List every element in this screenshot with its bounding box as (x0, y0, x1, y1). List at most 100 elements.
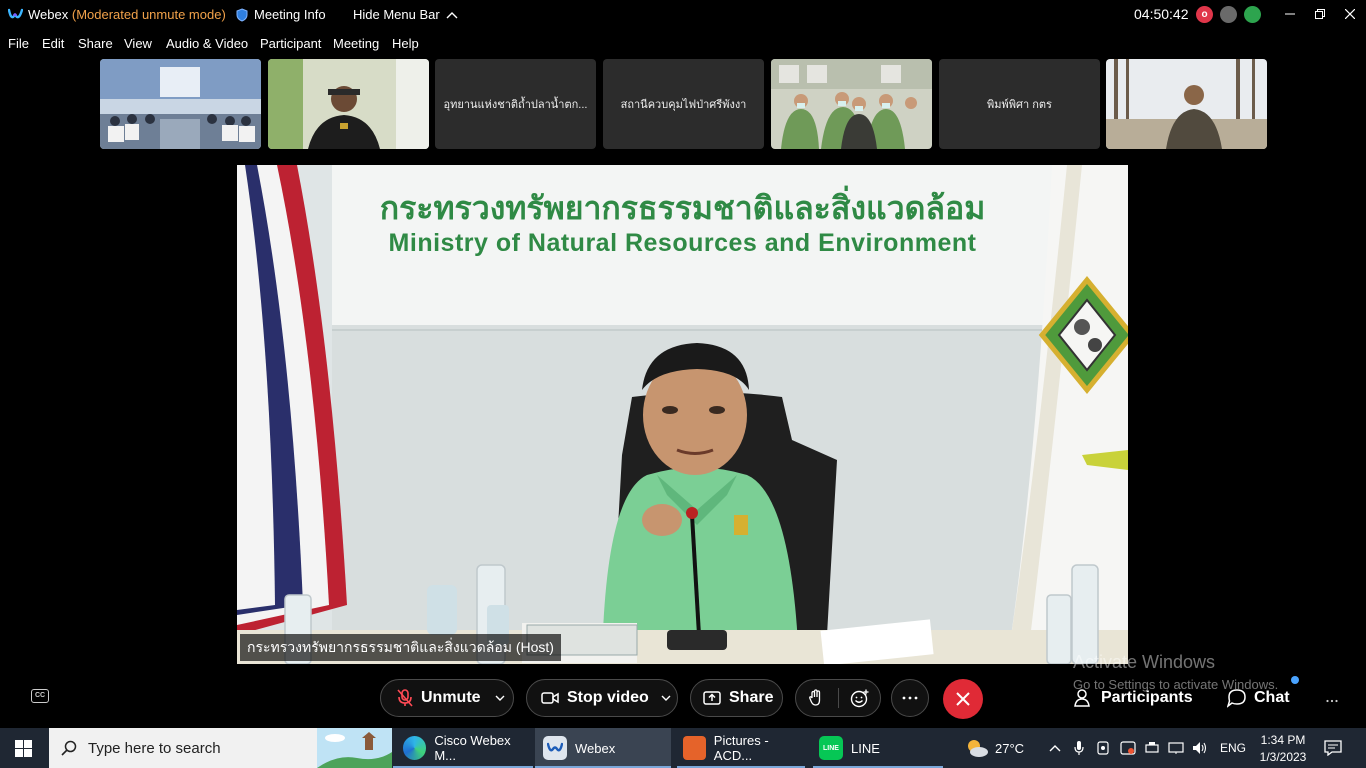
security-key-icon[interactable] (1220, 6, 1237, 23)
banner-english-text: Ministry of Natural Resources and Enviro… (388, 229, 977, 257)
camera-icon[interactable] (1096, 741, 1110, 755)
menu-participant[interactable]: Participant (260, 36, 321, 51)
video-camera-icon (541, 692, 559, 704)
hide-menu-bar-button[interactable]: Hide Menu Bar (353, 7, 458, 22)
close-button[interactable] (1339, 4, 1361, 24)
reactions-group (795, 679, 881, 717)
webex-window: Webex (Moderated unmute mode) Meeting In… (0, 0, 1366, 728)
moderated-mode-label: (Moderated unmute mode) (71, 7, 226, 22)
menu-share[interactable]: Share (78, 36, 113, 51)
taskbar-clock[interactable]: 1:34 PM 1/3/2023 (1258, 728, 1308, 768)
edge-browser-icon (403, 736, 427, 760)
acdsee-app-icon (683, 736, 706, 760)
taskbar-webex[interactable]: Webex (535, 728, 671, 768)
reactions-button[interactable] (850, 689, 870, 713)
close-icon (956, 692, 970, 706)
participants-icon (1074, 689, 1090, 707)
weather-widget[interactable]: 27°C (965, 728, 1024, 768)
participant-video-thumbnail[interactable] (771, 59, 932, 149)
participants-label: Participants (1101, 689, 1193, 706)
banner-thai-text: กระทรวงทรัพยากรธรรมชาติและสิ่งแวดล้อม (379, 190, 986, 226)
webex-logo-icon (8, 8, 23, 19)
unmute-button[interactable]: Unmute (380, 679, 514, 717)
chevron-up-icon (446, 11, 458, 18)
meeting-info-button[interactable]: Meeting Info (236, 7, 326, 22)
usb-device-icon[interactable] (1144, 741, 1160, 755)
taskbar-app-label: LINE (851, 740, 880, 756)
panel-options-button[interactable] (1326, 690, 1338, 708)
closed-captions-button[interactable]: CC (31, 689, 49, 703)
taskbar-date: 1/3/2023 (1259, 749, 1307, 764)
participants-button[interactable]: Participants (1074, 688, 1193, 708)
windows-taskbar: Type here to search Cisco Webex M... Web… (0, 728, 1366, 768)
meeting-timer: 04:50:42 (1134, 6, 1189, 22)
speaker-name-label: กระทรวงทรัพยากรธรรมชาติและสิ่งแวดล้อม (H… (240, 634, 561, 661)
microphone-icon[interactable] (1074, 740, 1084, 756)
chevron-down-icon[interactable] (661, 695, 671, 701)
taskbar-search-box[interactable]: Type here to search (49, 728, 392, 768)
chat-label: Chat (1254, 689, 1290, 706)
menu-audio-video[interactable]: Audio & Video (166, 36, 248, 51)
raise-hand-icon (809, 689, 821, 706)
participant-video-thumbnail[interactable] (1106, 59, 1267, 149)
taskbar-cisco-webex-meetings[interactable]: Cisco Webex M... (393, 728, 533, 768)
menu-meeting[interactable]: Meeting (333, 36, 379, 51)
shield-icon (236, 7, 248, 22)
minimize-button[interactable] (1279, 4, 1301, 24)
menu-edit[interactable]: Edit (42, 36, 64, 51)
recording-status-icon[interactable]: o (1196, 6, 1213, 23)
taskbar-app-label: Webex (575, 740, 616, 756)
share-screen-icon (703, 691, 721, 705)
line-app-icon: LINE (819, 736, 843, 760)
partly-cloudy-icon (968, 740, 988, 757)
more-options-button[interactable] (891, 679, 929, 717)
participant-name-tile[interactable]: พิมพ์พิศา กตร (939, 59, 1100, 149)
menu-view[interactable]: View (124, 36, 152, 51)
minimize-icon (1285, 13, 1295, 15)
search-placeholder: Type here to search (88, 740, 221, 757)
start-button[interactable] (15, 740, 32, 762)
speaker-volume-icon[interactable] (1192, 741, 1208, 755)
taskbar-acdsee-pictures[interactable]: Pictures - ACD... (677, 728, 805, 768)
windows-logo-icon (15, 740, 32, 757)
menu-file[interactable]: File (8, 36, 29, 51)
participant-video-thumbnail[interactable] (100, 59, 261, 149)
notification-center-button[interactable] (1324, 728, 1342, 768)
taskbar-app-label: Pictures - ACD... (713, 733, 769, 763)
chevron-up-icon[interactable] (1049, 744, 1061, 752)
search-highlight-illustration (317, 728, 392, 768)
participant-name-tile[interactable]: อุทยานแห่งชาติถ้ำปลาน้ำตก... (435, 59, 596, 149)
search-icon (61, 740, 77, 756)
restore-button[interactable] (1309, 4, 1331, 24)
group-video (771, 59, 932, 149)
stop-video-label: Stop video (567, 689, 649, 706)
network-health-icon[interactable] (1244, 6, 1261, 23)
participant-name-tile[interactable]: สถานีควบคุมไฟป่าศรีพังงา (603, 59, 764, 149)
taskbar-app-label: Cisco Webex M... (434, 733, 511, 763)
emoji-reaction-icon (850, 689, 869, 708)
webex-tray-icon[interactable] (1120, 741, 1136, 755)
participant-video-thumbnail[interactable] (268, 59, 429, 149)
watermark-title: Activate Windows (1073, 652, 1216, 672)
chevron-down-icon[interactable] (495, 695, 505, 701)
taskbar-time: 1:34 PM (1260, 732, 1306, 747)
unread-indicator (1291, 676, 1299, 684)
active-speaker-video[interactable]: กระทรวงทรัพยากรธรรมชาติและสิ่งแวดล้อม Mi… (237, 165, 1128, 664)
close-icon (1345, 9, 1355, 19)
menu-help[interactable]: Help (392, 36, 419, 51)
divider (838, 688, 839, 708)
network-icon[interactable] (1168, 741, 1184, 755)
chat-button[interactable]: Chat (1227, 676, 1299, 708)
app-title: Webex (Moderated unmute mode) (28, 7, 226, 22)
participant-video (268, 59, 429, 149)
activate-windows-watermark: Activate Windows Go to Settings to activ… (1073, 652, 1278, 692)
stop-video-button[interactable]: Stop video (526, 679, 678, 717)
restore-icon (1315, 9, 1325, 19)
taskbar-line[interactable]: LINE LINE (813, 728, 943, 768)
input-language-indicator[interactable]: ENG (1220, 741, 1246, 755)
leave-meeting-button[interactable] (943, 679, 983, 719)
conference-room-video (100, 59, 261, 149)
raise-hand-button[interactable] (808, 689, 824, 712)
system-tray-icons: ENG (1049, 728, 1246, 768)
share-button[interactable]: Share (690, 679, 783, 717)
